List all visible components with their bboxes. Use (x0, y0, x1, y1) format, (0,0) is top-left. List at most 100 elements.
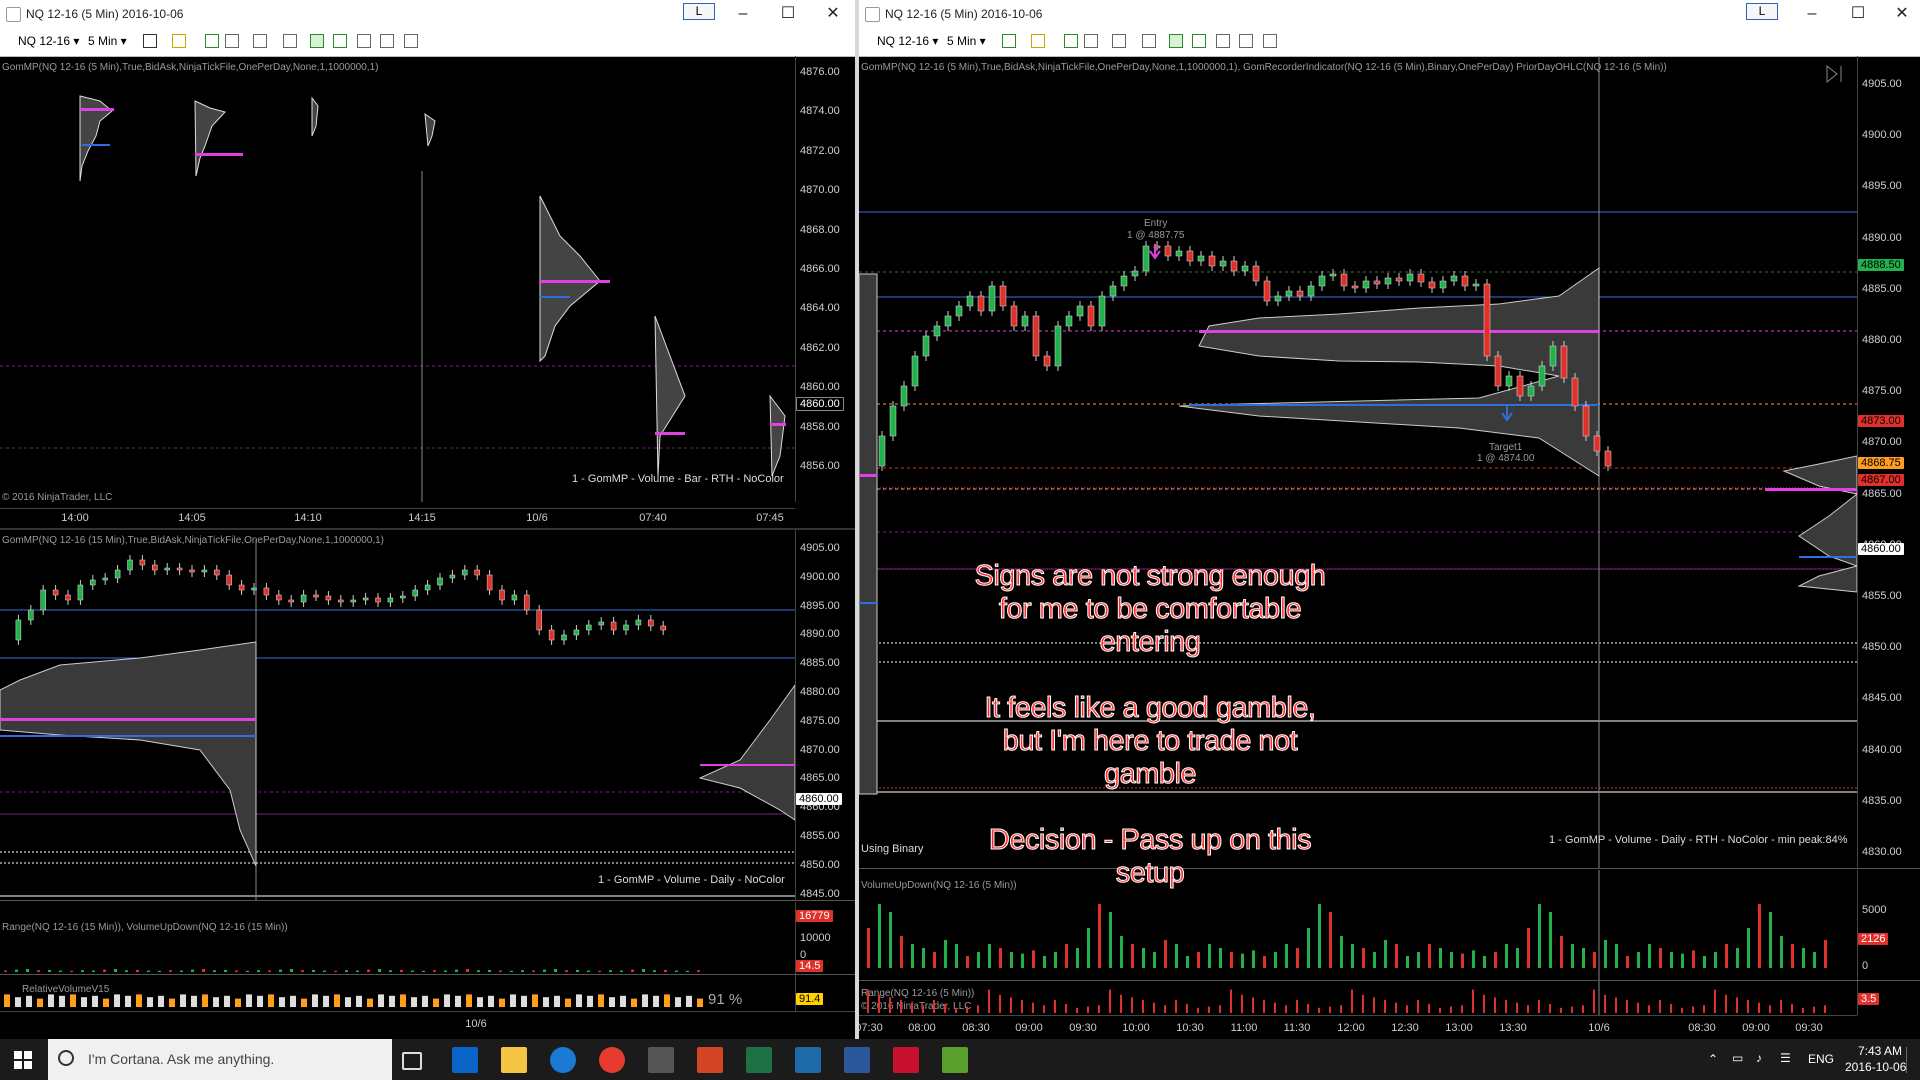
file-explorer-icon[interactable] (501, 1047, 527, 1073)
volume-bar (1538, 904, 1541, 968)
minimize-icon[interactable]: – (728, 4, 758, 24)
candle-body (28, 609, 34, 621)
candle-body (201, 569, 208, 573)
app-green-icon[interactable] (942, 1047, 968, 1073)
candle-body (276, 594, 282, 601)
volume-icon[interactable]: ♪ (1756, 1051, 1762, 1065)
volume-bar (1131, 997, 1133, 1013)
volume-bar (1571, 1006, 1573, 1013)
excel-icon[interactable] (746, 1047, 772, 1073)
volume-bar (334, 994, 340, 1007)
pencil-icon[interactable] (172, 34, 186, 48)
snapshot-icon[interactable] (1239, 34, 1253, 48)
bars-type-icon[interactable] (1002, 34, 1016, 48)
ninjatrader-task-icon[interactable] (648, 1047, 674, 1073)
candle-body (1483, 283, 1491, 357)
candle-body (1021, 315, 1029, 327)
left-bottom-price-axis[interactable]: 4905.00 4900.00 4895.00 4890.00 4885.00 4880.… (795, 530, 855, 900)
volume-bar (1791, 944, 1794, 968)
left-title-bar[interactable]: NQ 12-16 (5 Min) 2016-10-06 L – ☐ ✕ (0, 0, 855, 28)
strategy-icon[interactable] (205, 34, 219, 48)
snapshot-icon[interactable] (380, 34, 394, 48)
action-center-icon[interactable]: ☰ (1780, 1051, 1791, 1065)
windows-start-icon[interactable] (14, 1051, 32, 1069)
candle-body (524, 594, 530, 611)
strategy-icon[interactable] (1064, 34, 1078, 48)
pointer-icon[interactable] (1112, 34, 1126, 48)
volume-bar (103, 998, 109, 1007)
tray-chevron-icon[interactable]: ⌃ (1708, 1052, 1718, 1066)
candle-body (977, 295, 985, 312)
bars-icon[interactable] (333, 34, 347, 48)
instrument-selector[interactable]: NQ 12-16 ▾ (18, 34, 79, 48)
draw-tool-icon[interactable] (143, 34, 157, 48)
volume-bar (609, 970, 612, 972)
time-label: 13:00 (1445, 1022, 1473, 1034)
chrome-icon[interactable] (599, 1047, 625, 1073)
volume-bar (1824, 940, 1827, 968)
volume-bar (1439, 948, 1442, 968)
outlook-icon[interactable] (452, 1047, 478, 1073)
mcafee-icon[interactable] (893, 1047, 919, 1073)
instrument-selector[interactable]: NQ 12-16 ▾ (877, 34, 938, 48)
volume-bar (653, 970, 656, 972)
left-top-price-axis[interactable]: 4876.00 4874.00 4872.00 4870.00 4868.00 4866.… (795, 56, 855, 502)
data-box-icon[interactable] (1216, 34, 1230, 48)
close-icon[interactable]: ✕ (818, 4, 848, 24)
minimize-icon[interactable]: – (1797, 4, 1827, 24)
pointer-icon[interactable] (253, 34, 267, 48)
attach-icon[interactable] (225, 34, 239, 48)
bars-icon[interactable] (1192, 34, 1206, 48)
left-chart-window[interactable]: NQ 12-16 (5 Min) 2016-10-06 L – ☐ ✕ NQ 1… (0, 0, 855, 1039)
properties-icon[interactable] (1263, 34, 1277, 48)
powerpoint-icon[interactable] (697, 1047, 723, 1073)
candle-body (40, 589, 46, 611)
close-icon[interactable]: ✕ (1887, 4, 1917, 24)
tws-icon[interactable] (795, 1047, 821, 1073)
edge-icon[interactable] (550, 1047, 576, 1073)
attach-icon[interactable] (1084, 34, 1098, 48)
volume-bar (1769, 1005, 1771, 1013)
volume-bar (1252, 997, 1254, 1013)
left-bottom-chart[interactable] (0, 530, 795, 900)
left-top-chart[interactable] (0, 56, 795, 502)
volume-bar (653, 995, 659, 1007)
clock-time[interactable]: 7:43 AM (1858, 1044, 1902, 1058)
language-indicator[interactable]: ENG (1808, 1052, 1834, 1066)
chart-trader-icon[interactable] (1169, 34, 1183, 48)
volume-bar (499, 998, 505, 1007)
period-selector[interactable]: 5 Min ▾ (88, 34, 127, 48)
period-selector[interactable]: 5 Min ▾ (947, 34, 986, 48)
chart-trader-icon[interactable] (310, 34, 324, 48)
volume-bar (977, 1005, 979, 1013)
maximize-icon[interactable]: ☐ (773, 4, 803, 24)
right-window-title: NQ 12-16 (5 Min) 2016-10-06 (885, 7, 1043, 21)
price-label: 4895.00 (1862, 180, 1902, 193)
pencil-icon[interactable] (1031, 34, 1045, 48)
maximize-icon[interactable]: ☐ (1843, 4, 1873, 24)
candle-body (1076, 305, 1084, 317)
candle-body (1164, 245, 1172, 257)
volume-bar (1241, 994, 1243, 1013)
network-icon[interactable]: ▭ (1732, 1051, 1743, 1065)
zoom-icon[interactable] (1142, 34, 1156, 48)
notifications-icon[interactable] (1906, 1047, 1917, 1073)
zoom-icon[interactable] (283, 34, 297, 48)
candle-body (1010, 305, 1018, 327)
link-button[interactable]: L (1746, 3, 1778, 20)
candle-body (90, 579, 96, 586)
cortana-search-box[interactable]: I'm Cortana. Ask me anything. (48, 1039, 392, 1080)
task-view-icon[interactable] (402, 1052, 422, 1070)
collapse-panel-icon[interactable] (1826, 64, 1842, 84)
word-icon[interactable] (844, 1047, 870, 1073)
right-price-axis[interactable]: 4905.00 4900.00 4895.00 4890.00 4885.00 4880.… (1857, 56, 1920, 868)
volume-bar (1219, 1005, 1221, 1013)
properties-icon[interactable] (404, 34, 418, 48)
clock-date[interactable]: 2016-10-06 (1845, 1060, 1906, 1074)
volume-bar (1054, 1000, 1056, 1013)
volume-bar (543, 997, 549, 1007)
volume-bar (1736, 997, 1738, 1013)
data-box-icon[interactable] (357, 34, 371, 48)
right-title-bar[interactable]: NQ 12-16 (5 Min) 2016-10-06 L – ☐ ✕ (859, 0, 1920, 28)
link-button[interactable]: L (683, 3, 715, 20)
